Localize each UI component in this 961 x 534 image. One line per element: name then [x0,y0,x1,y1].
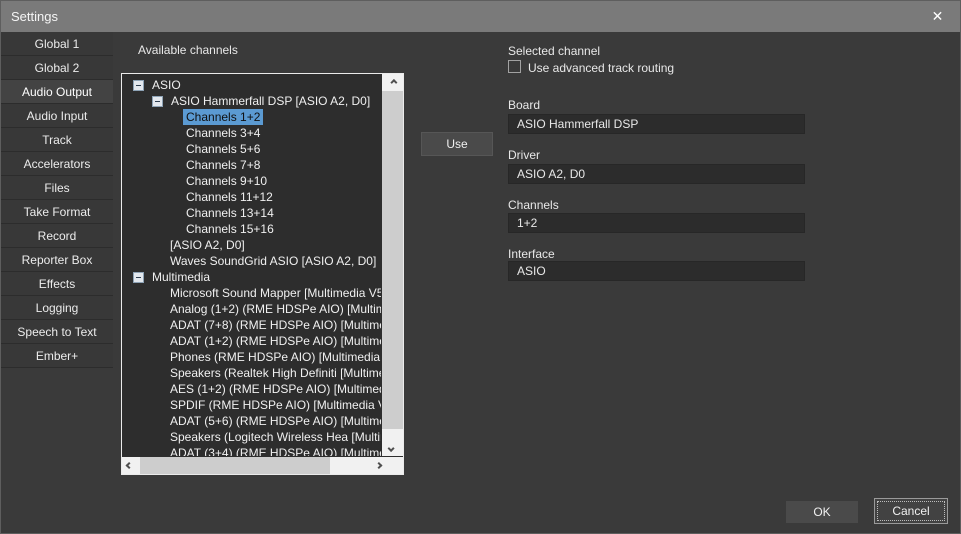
tree-item-hammerfall[interactable]: ASIO Hammerfall DSP [ASIO A2, D0] [122,93,381,109]
tree-item-channels-3-4[interactable]: Channels 3+4 [122,125,381,141]
chevron-left-icon [125,462,132,469]
horizontal-scrollbar[interactable] [122,457,403,474]
scroll-right-button[interactable] [369,457,385,474]
tree-item-adat-7-8[interactable]: ADAT (7+8) (RME HDSPe AIO) [Multimedia V [122,317,381,333]
selected-channel-label: Selected channel [508,44,600,58]
board-field[interactable]: ASIO Hammerfall DSP [508,114,805,134]
tree-item-asio[interactable]: ASIO [122,77,381,93]
ok-button[interactable]: OK [786,501,858,523]
window-title: Settings [1,9,58,24]
tree-item-channels-7-8[interactable]: Channels 7+8 [122,157,381,173]
chevron-right-icon [375,462,382,469]
chevron-down-icon [388,444,395,451]
tree-item-spdif[interactable]: SPDIF (RME HDSPe AIO) [Multimedia V10.0] [122,397,381,413]
driver-field[interactable]: ASIO A2, D0 [508,164,805,184]
sidebar-item-record[interactable]: Record [1,224,113,248]
tree-item-adat-3-4[interactable]: ADAT (3+4) (RME HDSPe AIO) [Multimedia V [122,445,381,456]
cancel-button[interactable]: Cancel [874,498,948,524]
available-channels-label: Available channels [138,43,238,57]
advanced-routing-label[interactable]: Use advanced track routing [528,61,674,75]
sidebar-item-take-format[interactable]: Take Format [1,200,113,224]
tree-item-channels-9-10[interactable]: Channels 9+10 [122,173,381,189]
scroll-left-button[interactable] [122,457,138,474]
sidebar: Global 1 Global 2 Audio Output Audio Inp… [1,32,113,368]
tree-item-speakers-logitech[interactable]: Speakers (Logitech Wireless Hea [Multime… [122,429,381,445]
tree-item-channels-5-6[interactable]: Channels 5+6 [122,141,381,157]
horizontal-scroll-thumb[interactable] [140,457,330,474]
advanced-routing-checkbox[interactable] [508,60,521,73]
tree-item-sound-mapper[interactable]: Microsoft Sound Mapper [Multimedia V5.0] [122,285,381,301]
vertical-scroll-thumb[interactable] [382,91,403,429]
vertical-scrollbar[interactable] [382,74,403,456]
sidebar-item-files[interactable]: Files [1,176,113,200]
sidebar-item-speech-to-text[interactable]: Speech to Text [1,320,113,344]
tree-item-phones[interactable]: Phones (RME HDSPe AIO) [Multimedia V10. [122,349,381,365]
channels-label: Channels [508,198,559,212]
board-label: Board [508,98,540,112]
tree-item-adat-5-6[interactable]: ADAT (5+6) (RME HDSPe AIO) [Multimedia V [122,413,381,429]
collapse-icon[interactable] [133,272,144,283]
channels-listbox: ASIO ASIO Hammerfall DSP [ASIO A2, D0] C… [121,73,404,475]
sidebar-item-effects[interactable]: Effects [1,272,113,296]
interface-field[interactable]: ASIO [508,261,805,281]
tree-item-waves-soundgrid[interactable]: Waves SoundGrid ASIO [ASIO A2, D0] [122,253,381,269]
close-icon[interactable]: ✕ [915,1,960,32]
scroll-down-button[interactable] [382,440,403,456]
driver-label: Driver [508,148,540,162]
sidebar-item-global-2[interactable]: Global 2 [1,56,113,80]
sidebar-item-logging[interactable]: Logging [1,296,113,320]
tree-item-asio-a2-d0[interactable]: [ASIO A2, D0] [122,237,381,253]
scroll-up-button[interactable] [382,74,403,90]
collapse-icon[interactable] [133,80,144,91]
settings-dialog: Settings ✕ Global 1 Global 2 Audio Outpu… [0,0,961,534]
tree-item-channels-1-2[interactable]: Channels 1+2 [122,109,381,125]
sidebar-item-audio-input[interactable]: Audio Input [1,104,113,128]
channels-field[interactable]: 1+2 [508,213,805,233]
sidebar-item-accelerators[interactable]: Accelerators [1,152,113,176]
collapse-icon[interactable] [152,96,163,107]
channels-tree: ASIO ASIO Hammerfall DSP [ASIO A2, D0] C… [122,77,381,456]
sidebar-item-global-1[interactable]: Global 1 [1,32,113,56]
sidebar-item-ember[interactable]: Ember+ [1,344,113,368]
sidebar-item-track[interactable]: Track [1,128,113,152]
use-button[interactable]: Use [421,132,493,156]
tree-item-adat-1-2[interactable]: ADAT (1+2) (RME HDSPe AIO) [Multimedia V [122,333,381,349]
tree-item-aes-1-2[interactable]: AES (1+2) (RME HDSPe AIO) [Multimedia V1 [122,381,381,397]
chevron-up-icon [390,78,397,85]
tree-item-analog-1-2[interactable]: Analog (1+2) (RME HDSPe AIO) [Multimedia… [122,301,381,317]
tree-item-channels-11-12[interactable]: Channels 11+12 [122,189,381,205]
tree-item-channels-13-14[interactable]: Channels 13+14 [122,205,381,221]
titlebar[interactable]: Settings ✕ [1,1,960,32]
tree-item-multimedia[interactable]: Multimedia [122,269,381,285]
tree-item-channels-15-16[interactable]: Channels 15+16 [122,221,381,237]
sidebar-item-audio-output[interactable]: Audio Output [1,80,113,104]
tree-item-speakers-realtek[interactable]: Speakers (Realtek High Definiti [Multime… [122,365,381,381]
interface-label: Interface [508,247,555,261]
sidebar-item-reporter-box[interactable]: Reporter Box [1,248,113,272]
